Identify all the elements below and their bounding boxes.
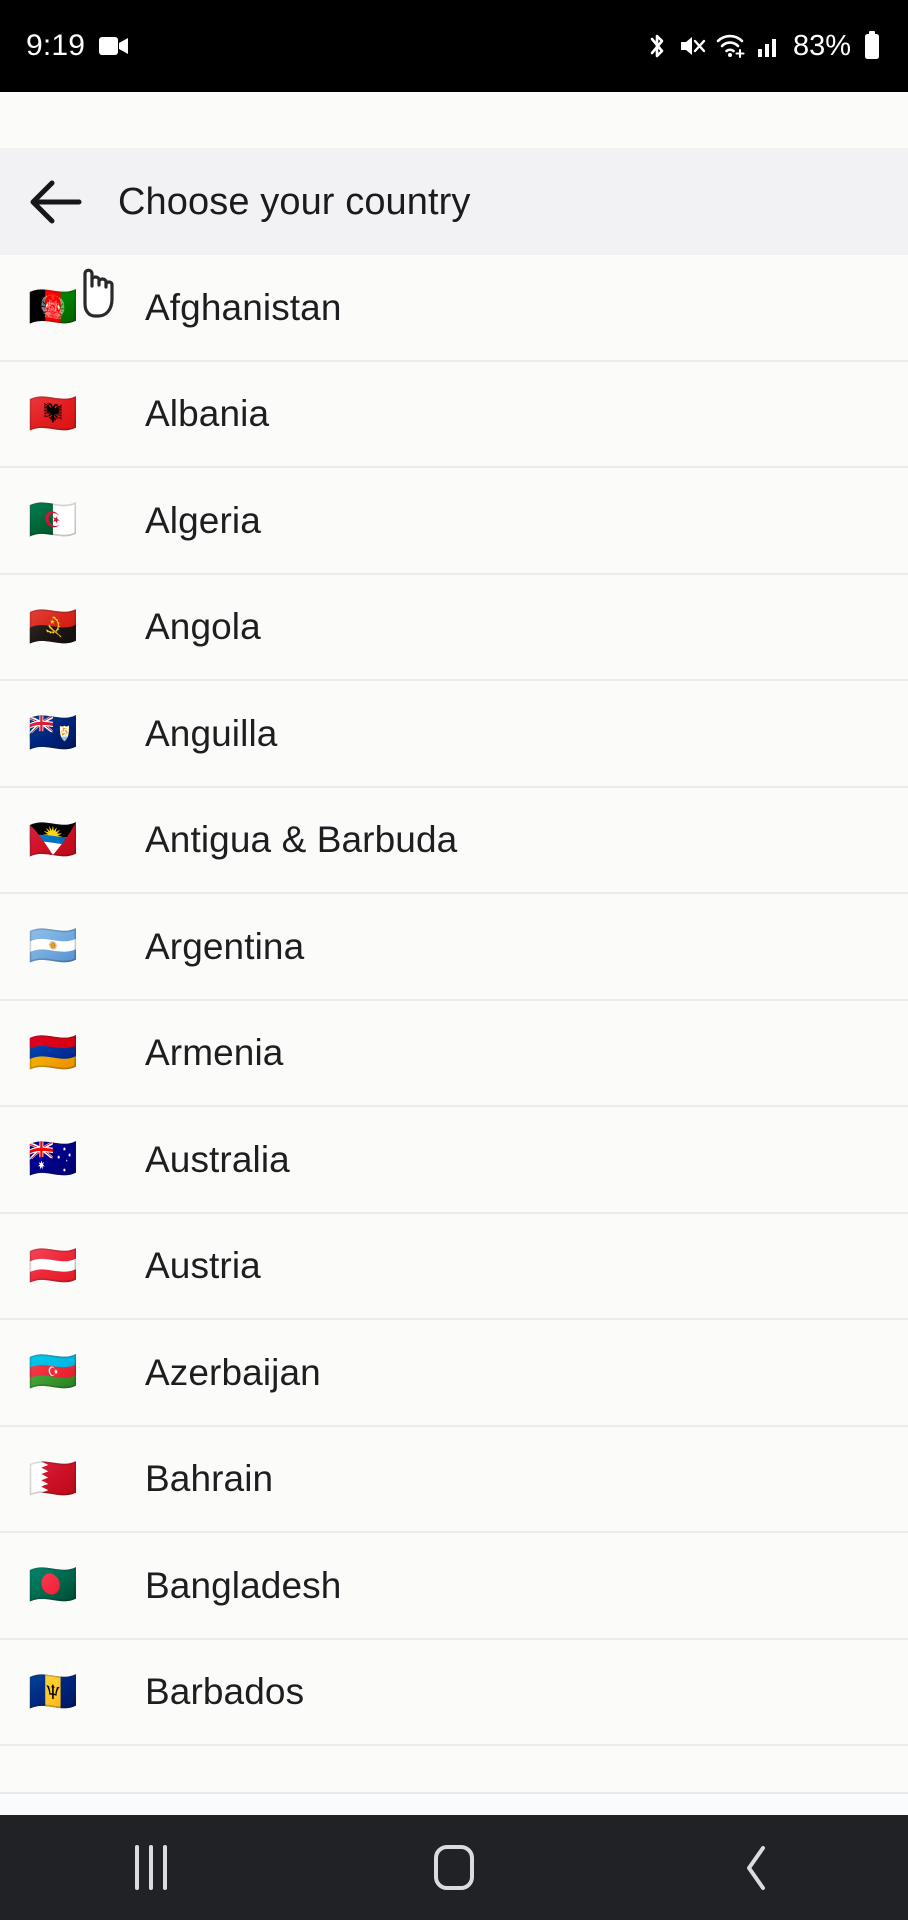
video-recording-icon (99, 35, 129, 57)
country-list-item[interactable]: 🇦🇫 Afghanistan (0, 255, 908, 362)
country-name-label: Algeria (145, 499, 261, 541)
country-name-label: Bangladesh (145, 1564, 342, 1606)
country-name-label: Afghanistan (145, 286, 342, 328)
cellular-signal-icon (756, 33, 782, 59)
android-navigation-bar (0, 1815, 908, 1920)
country-name-label: Anguilla (145, 712, 278, 754)
arrow-left-icon (29, 179, 83, 225)
country-list-item[interactable]: 🇦🇮 Anguilla (0, 681, 908, 788)
page-title: Choose your country (118, 180, 471, 223)
country-list[interactable]: 🇦🇫 Afghanistan 🇦🇱 Albania 🇩🇿 Algeria 🇦🇴 Angola 🇦… (0, 255, 908, 1792)
country-list-item[interactable]: 🇦🇿 Azerbaijan (0, 1320, 908, 1427)
bluetooth-icon (646, 31, 668, 61)
recents-button[interactable] (0, 1815, 303, 1920)
country-name-label: Azerbaijan (145, 1351, 321, 1393)
status-bar-right: 83% (646, 30, 882, 63)
country-name-label: Antigua & Barbuda (145, 819, 458, 861)
status-bar-left: 9:19 (26, 29, 129, 63)
country-list-item[interactable]: 🇦🇺 Australia (0, 1107, 908, 1214)
back-nav-button[interactable] (605, 1815, 908, 1920)
back-button[interactable] (0, 148, 112, 255)
mute-icon (678, 32, 706, 60)
country-name-label: Barbados (145, 1671, 305, 1713)
back-chevron-icon (742, 1844, 772, 1892)
country-flag-icon: 🇦🇿 (28, 1349, 78, 1396)
country-name-label: Austria (145, 1245, 261, 1287)
wifi-icon (716, 33, 746, 59)
country-list-item[interactable]: 🇦🇷 Argentina (0, 894, 908, 1001)
home-icon (434, 1845, 474, 1890)
country-name-label: Albania (145, 393, 270, 435)
country-flag-icon: 🇦🇬 (28, 816, 78, 863)
app-header: Choose your country (0, 148, 908, 255)
content-top-gap (0, 92, 908, 148)
status-bar-clock: 9:19 (26, 29, 86, 62)
country-flag-icon: 🇧🇭 (28, 1455, 78, 1502)
country-flag-icon: 🇦🇲 (28, 1029, 78, 1076)
country-name-label: Bahrain (145, 1458, 274, 1500)
country-flag-icon: 🇦🇺 (28, 1136, 78, 1183)
country-flag-icon: 🇧🇩 (28, 1562, 78, 1609)
country-list-item[interactable]: 🇦🇲 Armenia (0, 1000, 908, 1107)
country-name-label: Australia (145, 1138, 290, 1180)
country-list-item[interactable]: 🇦🇬 Antigua & Barbuda (0, 787, 908, 894)
country-name-label: Argentina (145, 925, 305, 967)
country-flag-icon: 🇦🇮 (28, 710, 78, 757)
country-flag-icon: 🇦🇫 (28, 284, 78, 331)
country-list-item[interactable]: 🇧🇭 Bahrain (0, 1426, 908, 1533)
phone-screen: 9:19 83% Choose your country 🇦🇫 Afghanis… (0, 0, 908, 1920)
country-name-label: Angola (145, 606, 261, 648)
country-flag-icon: 🇦🇱 (28, 390, 78, 437)
country-list-item[interactable]: 🇦🇱 Albania (0, 361, 908, 468)
country-list-item[interactable]: 🇦🇹 Austria (0, 1213, 908, 1320)
country-flag-icon: 🇧🇧 (28, 1668, 78, 1715)
battery-percent-label: 83% (792, 29, 851, 62)
country-flag-icon: 🇦🇷 (28, 923, 78, 970)
battery-icon (862, 31, 882, 61)
country-list-item[interactable]: 🇦🇴 Angola (0, 574, 908, 681)
country-list-item[interactable]: 🇧🇩 Bangladesh (0, 1533, 908, 1640)
country-name-label: Armenia (145, 1032, 284, 1074)
country-flag-icon: 🇩🇿 (28, 497, 78, 544)
status-bar: 9:19 83% (0, 0, 908, 92)
country-flag-icon: 🇦🇴 (28, 603, 78, 650)
home-button[interactable] (303, 1815, 606, 1920)
country-flag-icon: 🇦🇹 (28, 1242, 78, 1289)
country-list-item[interactable]: 🇩🇿 Algeria (0, 468, 908, 575)
recents-icon (135, 1845, 168, 1890)
bottom-divider-strip (0, 1792, 908, 1815)
country-list-item[interactable]: 🇧🇧 Barbados (0, 1639, 908, 1746)
